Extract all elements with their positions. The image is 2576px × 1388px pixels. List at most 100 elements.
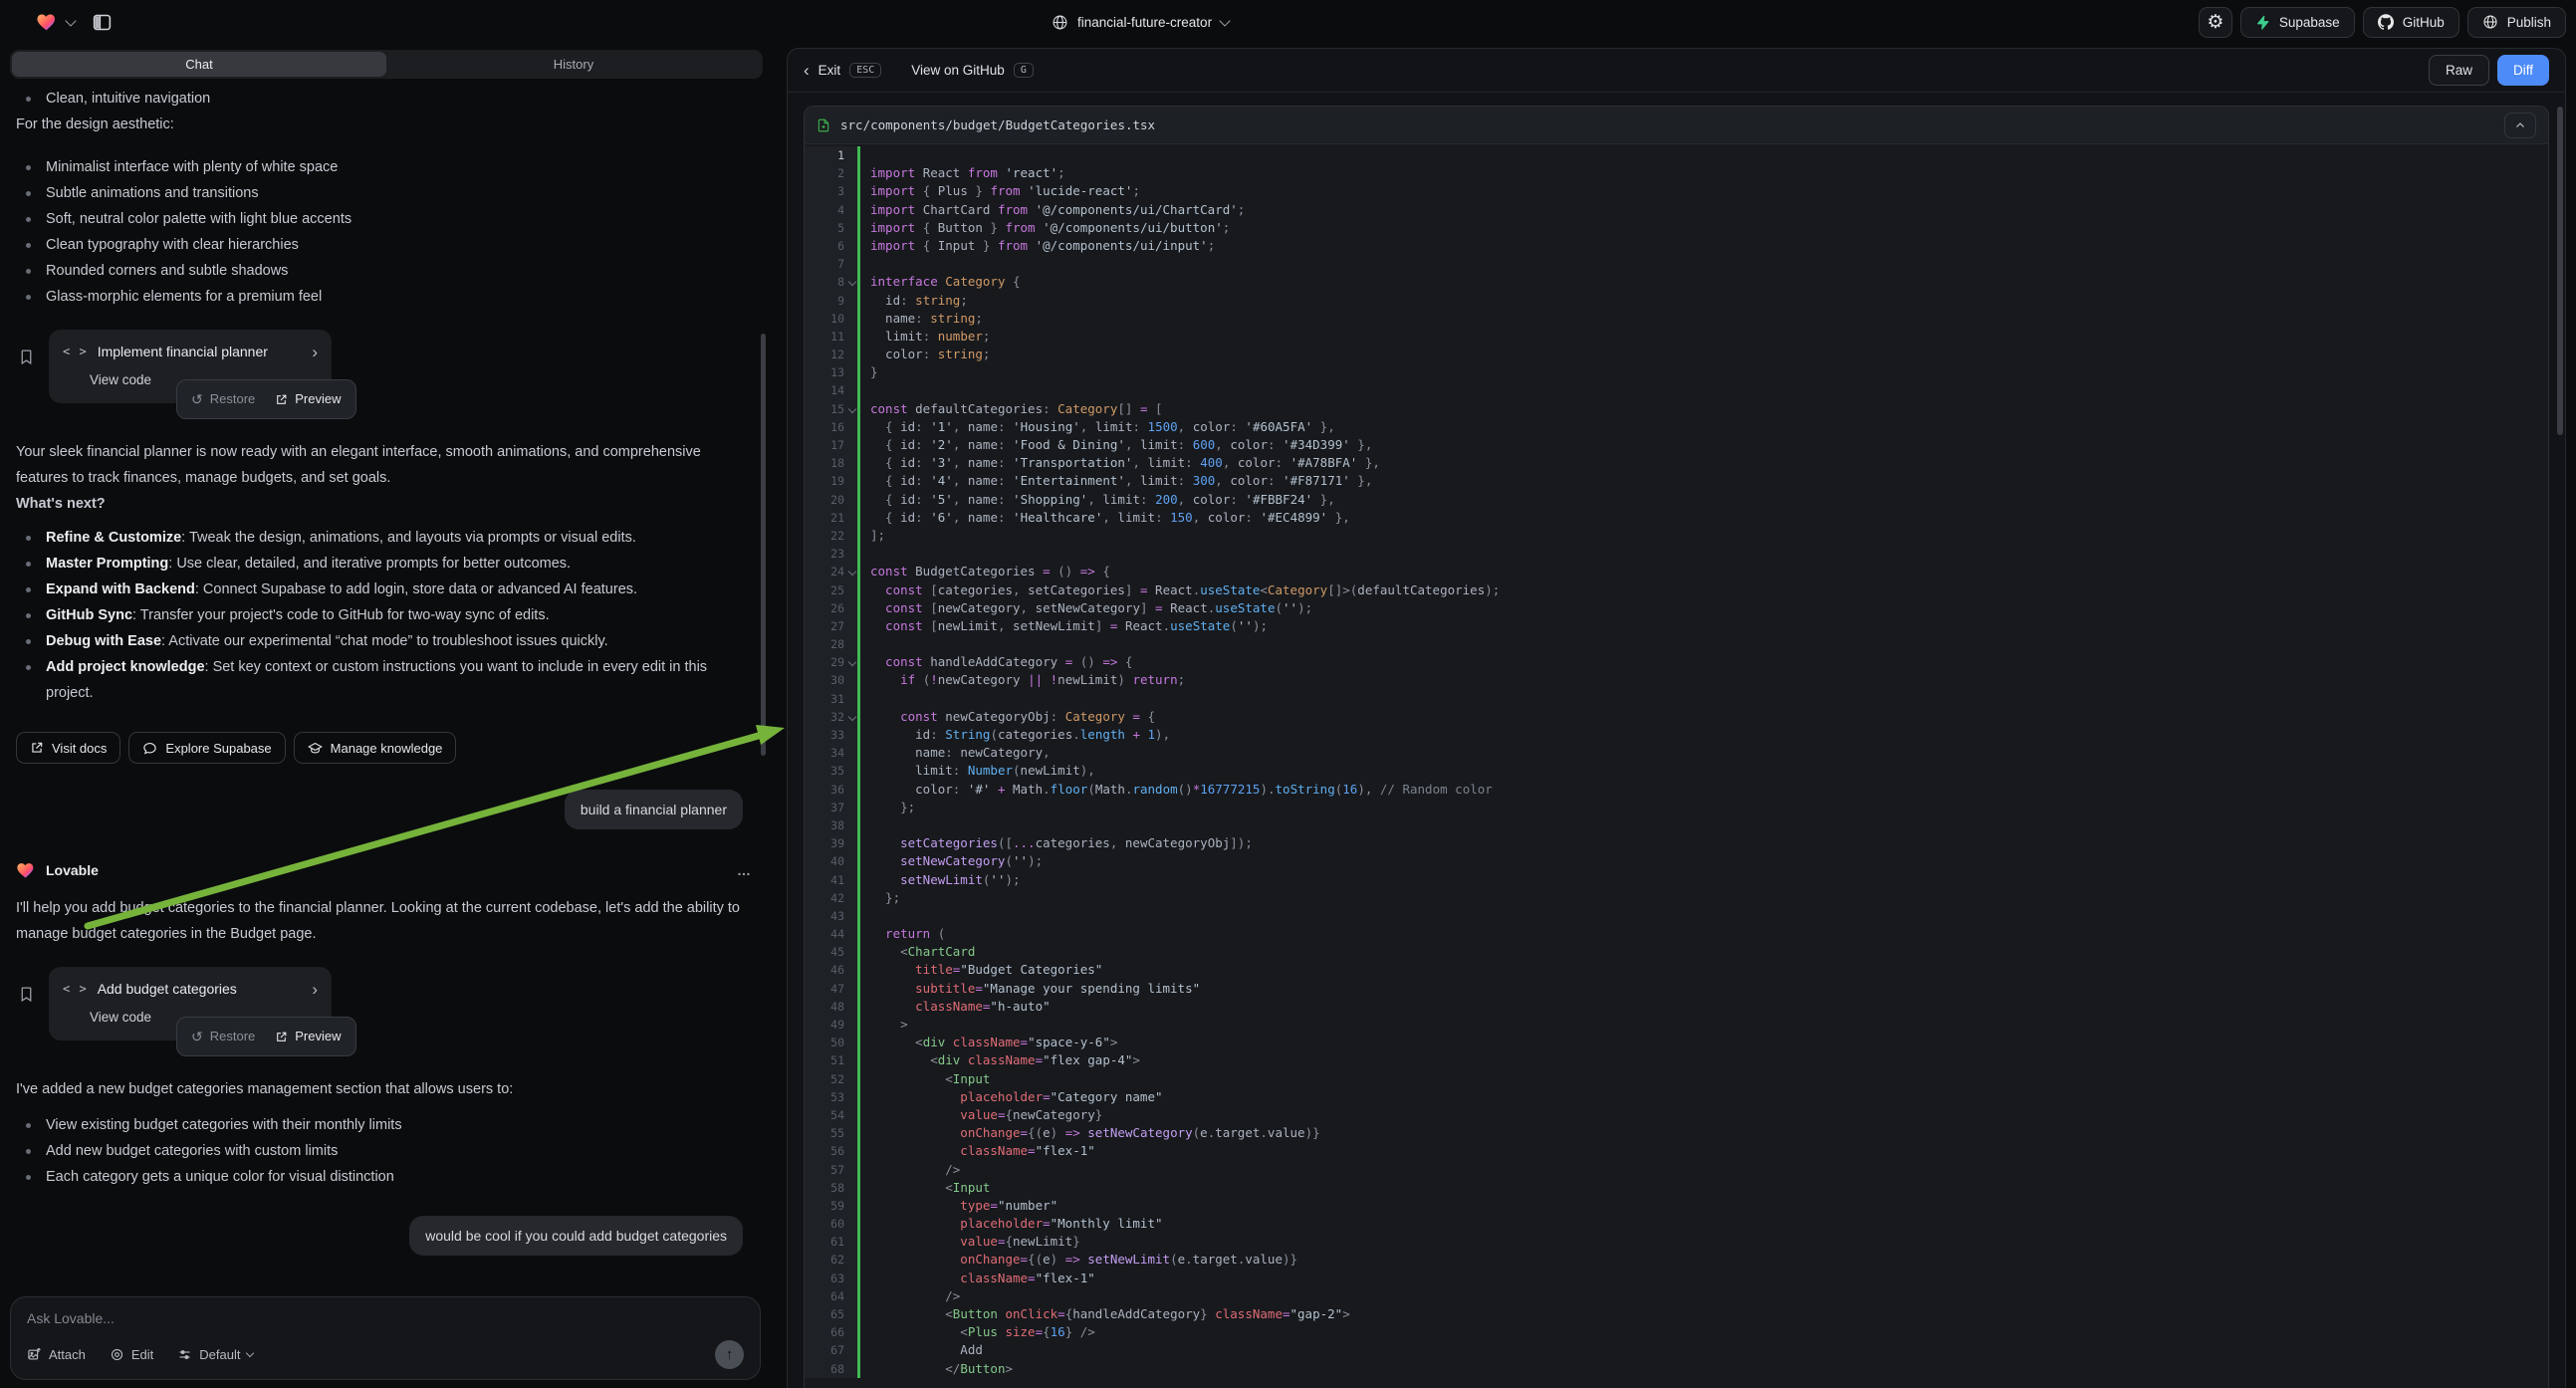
code-scrollbar-thumb[interactable]: [2557, 107, 2563, 435]
toggle-sidebar-button[interactable]: [92, 12, 113, 33]
code-text: if (!newCategory || !newLimit) return;: [857, 671, 2548, 689]
code-line: 22];: [805, 527, 2548, 545]
chat-history-tabs: Chat History: [10, 50, 763, 79]
code-line: 16 { id: '1', name: 'Housing', limit: 15…: [805, 418, 2548, 436]
attach-button[interactable]: Attach: [27, 1347, 86, 1362]
send-button[interactable]: ↑: [715, 1340, 744, 1369]
code-line: 64 />: [805, 1287, 2548, 1305]
code-text: Add: [857, 1341, 2548, 1359]
code-line: 48 className="h-auto": [805, 998, 2548, 1016]
fold-chevron-icon[interactable]: [848, 568, 856, 576]
code-line: 31: [805, 690, 2548, 708]
added-text: I've added a new budget categories manag…: [16, 1076, 753, 1102]
tab-chat[interactable]: Chat: [12, 52, 386, 77]
line-number: 48: [805, 998, 857, 1016]
mode-select[interactable]: Default: [177, 1347, 253, 1362]
user-message: would be cool if you could add budget ca…: [409, 1216, 743, 1256]
exit-button[interactable]: ‹ Exit ESC: [804, 62, 881, 79]
message-menu-ellipsis[interactable]: …: [737, 857, 753, 883]
publish-button[interactable]: Publish: [2467, 7, 2566, 38]
chevron-right-icon[interactable]: ›: [312, 981, 318, 998]
code-line: 66 <Plus size={16} />: [805, 1323, 2548, 1341]
line-number: 47: [805, 980, 857, 998]
mode-label: Default: [199, 1347, 240, 1362]
list-item: Clean typography with clear hierarchies: [16, 232, 753, 258]
composer[interactable]: Ask Lovable... Attach Edit Default ↑: [10, 1296, 761, 1380]
supabase-button[interactable]: Supabase: [2240, 7, 2355, 38]
code-text: onChange={(e) => setNewLimit(e.target.va…: [857, 1251, 2548, 1269]
visit-docs-button[interactable]: Visit docs: [16, 732, 120, 764]
collapse-file-button[interactable]: [2504, 113, 2536, 138]
lovable-avatar: [16, 860, 36, 880]
explore-supabase-button[interactable]: Explore Supabase: [128, 732, 285, 764]
code-line: 56 className="flex-1": [805, 1142, 2548, 1160]
line-number: 46: [805, 961, 857, 979]
fold-chevron-icon[interactable]: [848, 278, 856, 286]
code-line: 28: [805, 635, 2548, 653]
project-switcher[interactable]: financial-future-creator: [1052, 0, 1229, 44]
code-line: 12 color: string;: [805, 346, 2548, 363]
code-text: id: string;: [857, 292, 2548, 310]
gear-icon: ⚙: [2207, 13, 2224, 32]
code-panel: ‹ Exit ESC View on GitHub G Raw Diff src…: [787, 48, 2566, 1388]
chat-scrollbar-thumb[interactable]: [761, 334, 766, 756]
tool-card-row: < > Add budget categories › View code ↺ …: [18, 967, 753, 1041]
restore-label: Restore: [210, 386, 256, 412]
fold-chevron-icon[interactable]: [848, 658, 856, 666]
github-label: GitHub: [2403, 15, 2445, 30]
code-text: [857, 635, 2548, 653]
line-number: 6: [805, 237, 857, 255]
raw-toggle-button[interactable]: Raw: [2429, 55, 2489, 86]
assistant-header: Lovable …: [16, 857, 753, 883]
fold-chevron-icon[interactable]: [848, 404, 856, 412]
heart-icon: [36, 11, 58, 33]
fold-chevron-icon[interactable]: [848, 713, 856, 721]
code-text: setNewCategory('');: [857, 852, 2548, 870]
preview-button[interactable]: Preview: [275, 1024, 341, 1049]
list-item: Clean, intuitive navigation: [16, 86, 753, 112]
preview-label: Preview: [295, 1024, 341, 1049]
code-text: [857, 816, 2548, 834]
chat-input-placeholder[interactable]: Ask Lovable...: [27, 1310, 744, 1326]
code-text: const [newLimit, setNewLimit] = React.us…: [857, 617, 2548, 635]
line-number: 5: [805, 219, 857, 237]
preview-button[interactable]: Preview: [275, 386, 341, 412]
code-text: import React from 'react';: [857, 164, 2548, 182]
manage-knowledge-button[interactable]: Manage knowledge: [294, 732, 457, 764]
line-number: 15: [805, 400, 857, 418]
code-text: };: [857, 889, 2548, 907]
view-on-github-button[interactable]: View on GitHub G: [911, 63, 1034, 78]
logo-dropdown-chevron-icon[interactable]: [65, 15, 76, 26]
code-text: name: string;: [857, 310, 2548, 328]
code-line: 54 value={newCategory}: [805, 1106, 2548, 1124]
view-on-github-label: View on GitHub: [911, 63, 1005, 78]
code-line: 47 subtitle="Manage your spending limits…: [805, 980, 2548, 998]
file-path-bar[interactable]: src/components/budget/BudgetCategories.t…: [805, 107, 2548, 144]
chevron-right-icon[interactable]: ›: [312, 344, 318, 360]
code-text: type="number": [857, 1197, 2548, 1215]
line-number: 66: [805, 1323, 857, 1341]
bookmark-icon[interactable]: [18, 347, 35, 375]
diff-toggle-button[interactable]: Diff: [2497, 55, 2549, 86]
lovable-logo-icon[interactable]: [36, 11, 58, 33]
line-number: 11: [805, 328, 857, 346]
ready-text: Your sleek financial planner is now read…: [16, 439, 753, 491]
code-line: 26 const [newCategory, setNewCategory] =…: [805, 599, 2548, 617]
tab-history[interactable]: History: [386, 52, 761, 77]
code-line: 19 { id: '4', name: 'Entertainment', lim…: [805, 472, 2548, 490]
g-kbd: G: [1014, 63, 1034, 78]
code-text: color: '#' + Math.floor(Math.random()*16…: [857, 781, 2548, 799]
project-name: financial-future-creator: [1077, 15, 1212, 30]
github-button[interactable]: GitHub: [2363, 7, 2459, 38]
quick-action-row: Visit docs Explore Supabase Manage knowl…: [16, 732, 753, 764]
supabase-label: Supabase: [2279, 15, 2340, 30]
code-text: import { Input } from '@/components/ui/i…: [857, 237, 2548, 255]
code-line: 57 />: [805, 1161, 2548, 1179]
restore-button[interactable]: ↺ Restore: [191, 386, 255, 412]
settings-button[interactable]: ⚙: [2199, 7, 2232, 38]
bookmark-icon[interactable]: [18, 985, 35, 1013]
line-number: 61: [805, 1233, 857, 1251]
edit-button[interactable]: Edit: [110, 1347, 153, 1362]
code-text: limit: number;: [857, 328, 2548, 346]
restore-button[interactable]: ↺ Restore: [191, 1024, 255, 1049]
